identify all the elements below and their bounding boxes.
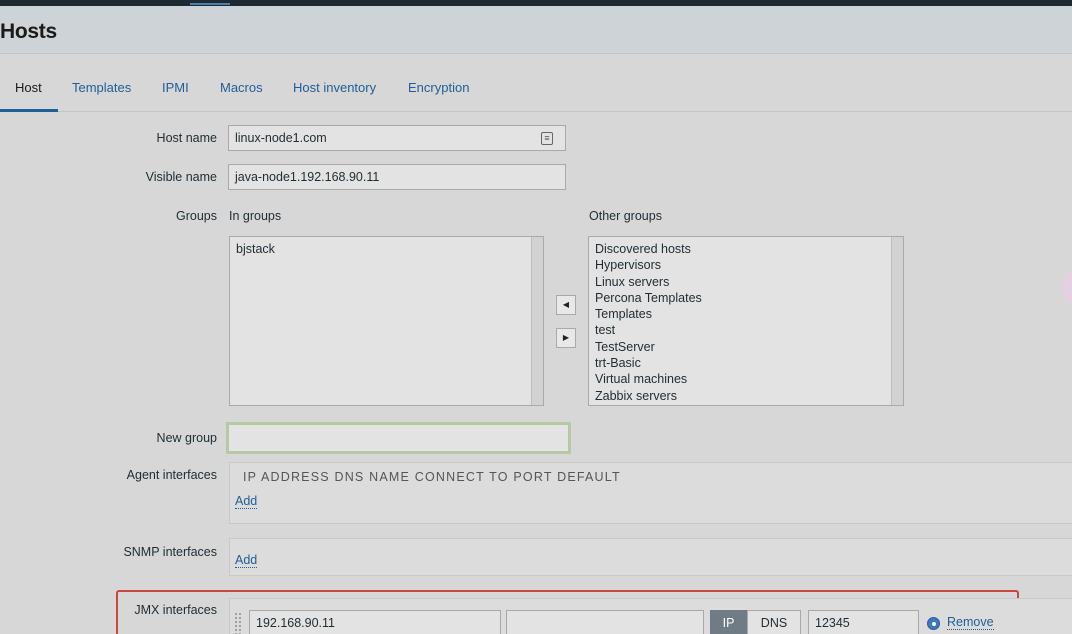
list-item[interactable]: Discovered hosts — [595, 241, 897, 257]
tab-bar: Host Templates IPMI Macros Host inventor… — [0, 62, 1072, 112]
arrow-left-icon: ◀ — [562, 300, 570, 309]
visible-name-label: Visible name — [145, 170, 217, 184]
agent-interfaces-label: Agent interfaces — [126, 468, 217, 482]
in-groups-scrollbar[interactable] — [531, 237, 543, 405]
list-item[interactable]: Linux servers — [595, 274, 897, 290]
groups-label: Groups — [176, 209, 217, 223]
active-menu-indicator — [190, 3, 230, 5]
agent-interfaces-add-link[interactable]: Add — [235, 494, 258, 509]
snmp-interfaces-table — [229, 538, 1072, 576]
page-title: Hosts — [0, 20, 57, 43]
tab-templates[interactable]: Templates — [72, 80, 131, 95]
cursor-highlight — [1062, 272, 1072, 302]
active-tab-underline — [0, 109, 58, 112]
clipboard-icon[interactable]: ≡ — [541, 132, 553, 145]
tab-macros[interactable]: Macros — [220, 80, 263, 95]
snmp-interfaces-add-link[interactable]: Add — [235, 553, 258, 568]
connect-to-ip-toggle[interactable]: IP — [710, 610, 747, 634]
list-item[interactable]: Virtual machines — [595, 371, 897, 387]
list-item[interactable]: Templates — [595, 306, 897, 322]
agent-interfaces-column-headers: IP ADDRESS DNS NAME CONNECT TO PORT DEFA… — [243, 470, 621, 484]
host-name-label: Host name — [156, 131, 217, 145]
move-left-button[interactable]: ◀ — [556, 295, 576, 315]
snmp-interfaces-label: SNMP interfaces — [123, 545, 217, 559]
tab-host-inventory[interactable]: Host inventory — [293, 80, 376, 95]
tab-ipmi[interactable]: IPMI — [162, 80, 189, 95]
page-header: Hosts — [0, 6, 1072, 54]
tab-host[interactable]: Host — [15, 80, 42, 95]
list-item[interactable]: Percona Templates — [595, 290, 897, 306]
in-groups-caption: In groups — [229, 209, 282, 223]
jmx-dns-name-input[interactable] — [506, 610, 704, 634]
tab-encryption[interactable]: Encryption — [408, 80, 469, 95]
new-group-input[interactable] — [226, 422, 571, 454]
list-item[interactable]: test — [595, 322, 897, 338]
drag-handle-icon[interactable] — [234, 612, 242, 634]
list-item[interactable]: TestServer — [595, 339, 897, 355]
connect-to-dns-toggle[interactable]: DNS — [747, 610, 801, 634]
list-item[interactable]: bjstack — [236, 241, 537, 257]
jmx-interfaces-label: JMX interfaces — [134, 603, 217, 617]
other-groups-scrollbar[interactable] — [891, 237, 903, 405]
host-name-input[interactable]: linux-node1.com — [228, 125, 566, 151]
list-item[interactable]: Hypervisors — [595, 257, 897, 273]
jmx-ip-address-input[interactable]: 192.168.90.11 — [249, 610, 501, 634]
list-item[interactable]: trt-Basic — [595, 355, 897, 371]
arrow-right-icon: ▶ — [562, 333, 570, 342]
in-groups-listbox[interactable]: bjstack — [229, 236, 544, 406]
visible-name-input[interactable]: java-node1.192.168.90.11 — [228, 164, 566, 190]
default-interface-radio[interactable] — [927, 617, 940, 630]
move-right-button[interactable]: ▶ — [556, 328, 576, 348]
other-groups-listbox[interactable]: Discovered hosts Hypervisors Linux serve… — [588, 236, 904, 406]
new-group-label: New group — [156, 431, 217, 445]
other-groups-caption: Other groups — [589, 209, 662, 223]
jmx-remove-link[interactable]: Remove — [947, 615, 994, 630]
list-item[interactable]: Zabbix servers — [595, 388, 897, 404]
jmx-port-input[interactable]: 12345 — [808, 610, 919, 634]
